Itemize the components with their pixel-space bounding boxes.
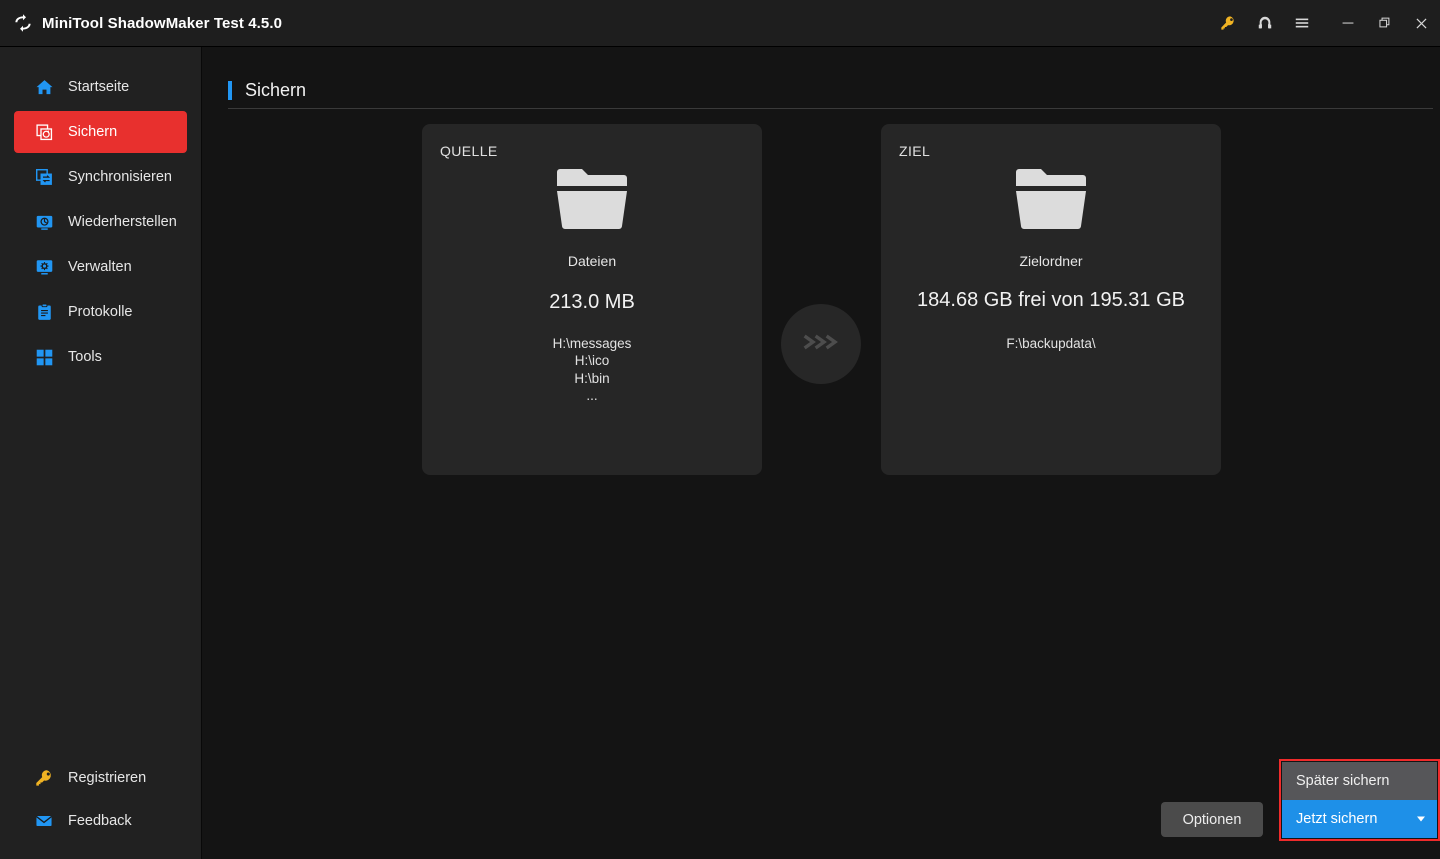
headset-icon[interactable]	[1246, 0, 1283, 47]
key-icon	[34, 768, 54, 788]
logs-icon	[34, 302, 54, 322]
backup-action-group: Später sichern Jetzt sichern	[1279, 759, 1440, 841]
tools-icon	[34, 347, 54, 367]
sidebar-item-label: Feedback	[68, 813, 132, 829]
sidebar-item-label: Registrieren	[68, 770, 147, 786]
source-card-body: Dateien 213.0 MB H:\messages H:\ico H:\b…	[422, 168, 762, 404]
folder-icon	[1014, 168, 1088, 230]
sidebar-item-registrieren[interactable]: Registrieren	[14, 758, 188, 798]
destination-capacity: 184.68 GB frei von 195.31 GB	[917, 289, 1185, 311]
main-content: Sichern QUELLE Dateien 213.0 MB H:\messa…	[203, 47, 1440, 859]
folder-icon	[555, 168, 629, 230]
source-paths: H:\messages H:\ico H:\bin ...	[553, 335, 632, 404]
app-title: MiniTool ShadowMaker Test 4.5.0	[42, 14, 283, 32]
minimize-icon[interactable]	[1329, 0, 1366, 47]
backup-now-label: Jetzt sichern	[1296, 811, 1378, 827]
title-bar-actions	[1209, 0, 1440, 47]
source-kind: Dateien	[567, 253, 617, 269]
sidebar-item-label: Sichern	[68, 124, 118, 140]
source-path-more: ...	[586, 387, 598, 403]
transfer-direction-indicator	[781, 304, 861, 384]
source-path: H:\ico	[574, 353, 610, 369]
source-card-label: QUELLE	[440, 143, 498, 159]
restore-icon[interactable]	[1366, 0, 1403, 47]
options-button[interactable]: Optionen	[1161, 802, 1263, 837]
destination-paths: F:\backupdata\	[1006, 335, 1095, 352]
sidebar-item-label: Synchronisieren	[68, 169, 172, 185]
sidebar-item-feedback[interactable]: Feedback	[14, 801, 188, 841]
header-divider	[228, 108, 1433, 109]
menu-icon[interactable]	[1283, 0, 1320, 47]
source-path: H:\bin	[574, 370, 610, 386]
sidebar-nav: Startseite Sichern Synchronisieren Wiede…	[0, 47, 201, 378]
backup-icon	[34, 122, 54, 142]
sidebar: Startseite Sichern Synchronisieren Wiede…	[0, 47, 202, 859]
sidebar-item-label: Wiederherstellen	[68, 214, 177, 230]
source-card[interactable]: QUELLE Dateien 213.0 MB H:\messages H:\i…	[422, 124, 762, 475]
sync-icon	[34, 167, 54, 187]
close-icon[interactable]	[1403, 0, 1440, 47]
backup-now-button[interactable]: Jetzt sichern	[1282, 800, 1437, 838]
home-icon	[34, 77, 54, 97]
source-path: H:\messages	[552, 336, 632, 351]
sidebar-item-label: Startseite	[68, 79, 130, 95]
sidebar-item-startseite[interactable]: Startseite	[14, 66, 187, 108]
destination-kind: Zielordner	[1019, 253, 1083, 269]
sidebar-item-synchronisieren[interactable]: Synchronisieren	[14, 156, 187, 198]
sidebar-item-verwalten[interactable]: Verwalten	[14, 246, 187, 288]
title-bar: MiniTool ShadowMaker Test 4.5.0	[0, 0, 1440, 47]
sidebar-item-protokolle[interactable]: Protokolle	[14, 291, 187, 333]
manage-icon	[34, 257, 54, 277]
sidebar-item-label: Protokolle	[68, 304, 133, 320]
chevron-down-icon[interactable]	[1417, 816, 1425, 822]
page-title: Sichern	[245, 80, 307, 100]
key-icon[interactable]	[1209, 0, 1246, 47]
backup-later-menu-item[interactable]: Später sichern	[1282, 762, 1437, 800]
triple-chevron-right-icon	[801, 332, 841, 357]
sidebar-item-label: Tools	[68, 349, 102, 365]
destination-card-label: ZIEL	[899, 143, 931, 159]
page-header: Sichern	[228, 80, 306, 101]
backup-cards: QUELLE Dateien 213.0 MB H:\messages H:\i…	[203, 124, 1440, 479]
sync-arrows-icon	[13, 13, 33, 33]
destination-path: F:\backupdata\	[1006, 336, 1096, 351]
source-size: 213.0 MB	[549, 291, 635, 313]
sidebar-bottom-nav: Registrieren Feedback	[0, 758, 202, 841]
sidebar-item-sichern[interactable]: Sichern	[14, 111, 187, 153]
page-title-accent-bar	[228, 81, 232, 100]
sidebar-item-label: Verwalten	[68, 259, 132, 275]
sidebar-item-tools[interactable]: Tools	[14, 336, 187, 378]
mail-icon	[34, 811, 54, 831]
destination-card-body: Zielordner 184.68 GB frei von 195.31 GB …	[881, 168, 1221, 352]
sidebar-item-wiederherstellen[interactable]: Wiederherstellen	[14, 201, 187, 243]
restore-disk-icon	[34, 212, 54, 232]
destination-card[interactable]: ZIEL Zielordner 184.68 GB frei von 195.3…	[881, 124, 1221, 475]
